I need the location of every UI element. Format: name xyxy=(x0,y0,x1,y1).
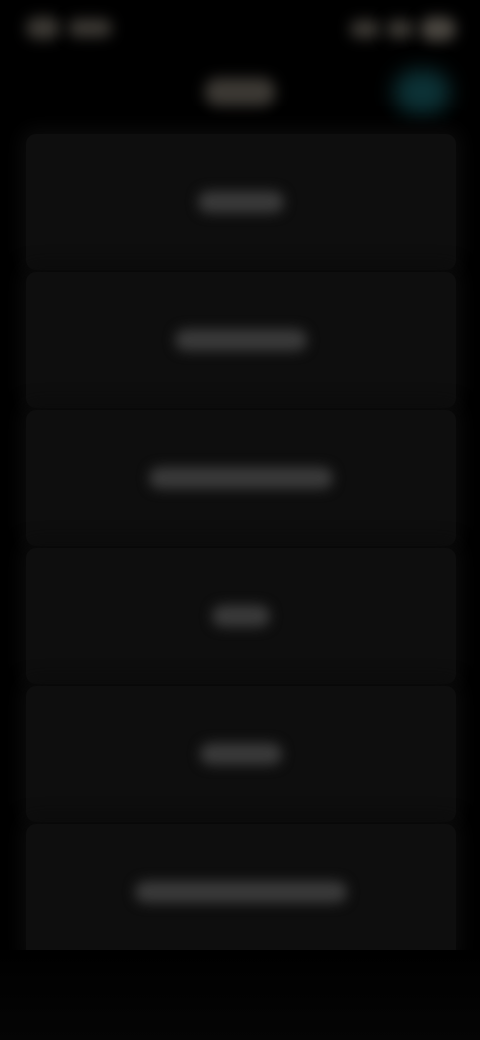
status-icon xyxy=(68,19,112,37)
status-right-group xyxy=(346,14,456,44)
menu-item-1[interactable] xyxy=(26,134,456,270)
bottom-area xyxy=(0,950,480,1040)
menu-item-label xyxy=(198,191,284,213)
header-bar xyxy=(0,60,480,128)
menu-item-label xyxy=(135,881,347,903)
status-left-group xyxy=(26,14,118,42)
menu-list xyxy=(26,134,456,962)
menu-item-6[interactable] xyxy=(26,824,456,960)
app-screen xyxy=(0,0,480,1040)
menu-item-3[interactable] xyxy=(26,410,456,546)
menu-item-2[interactable] xyxy=(26,272,456,408)
status-icon xyxy=(26,17,60,39)
wifi-icon xyxy=(386,20,414,38)
status-bar xyxy=(0,0,480,60)
menu-item-label xyxy=(175,329,307,351)
menu-item-5[interactable] xyxy=(26,686,456,822)
menu-item-4[interactable] xyxy=(26,548,456,684)
page-title xyxy=(205,78,275,106)
menu-item-label xyxy=(149,467,333,489)
battery-icon xyxy=(420,17,456,41)
menu-item-label xyxy=(200,743,282,765)
signal-icon xyxy=(350,20,380,38)
menu-item-label xyxy=(212,605,270,627)
header-action-button[interactable] xyxy=(394,70,450,114)
